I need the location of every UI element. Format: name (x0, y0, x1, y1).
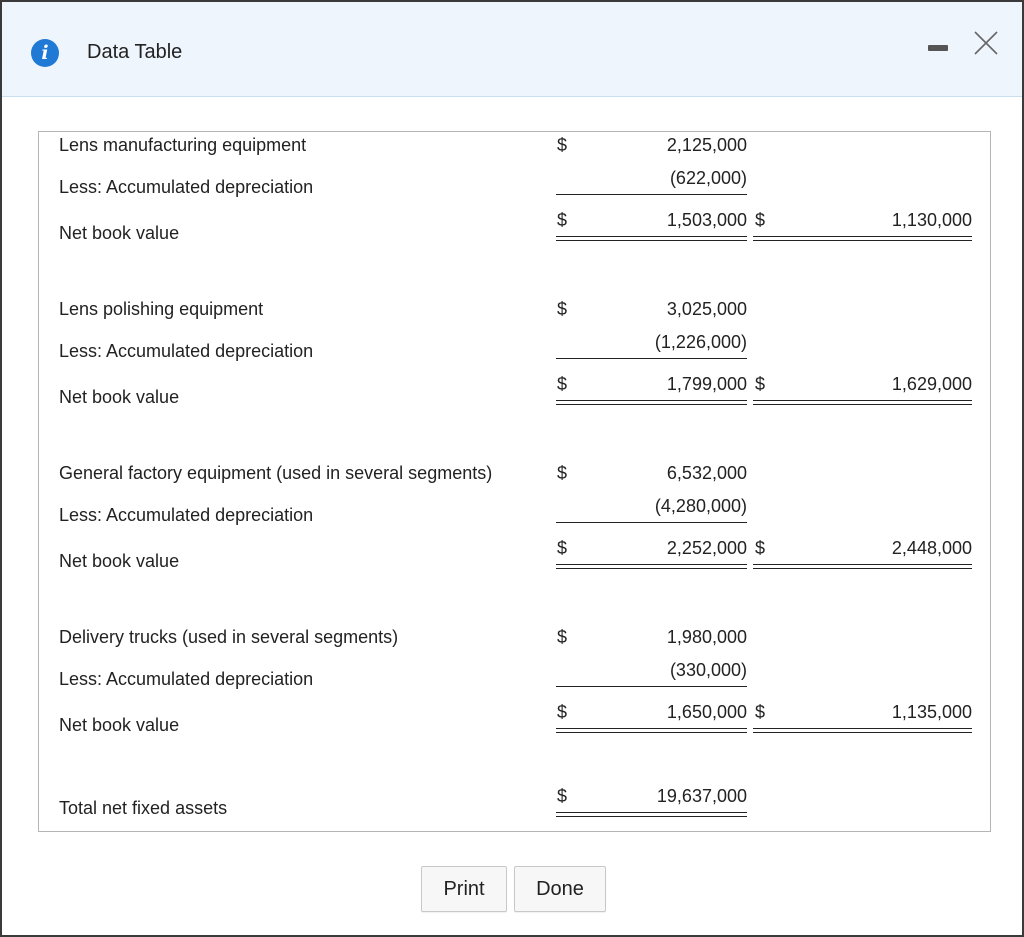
less-label: Less: Accumulated depreciation (59, 177, 314, 197)
prior-value: 1,629,000 (891, 374, 972, 394)
cost-value: 6,532,000 (666, 463, 747, 483)
data-table: Lens manufacturing equipment $ 2,125,000… (38, 131, 991, 832)
net-dollar-sign: $ (557, 538, 568, 558)
cost-dollar-sign: $ (557, 135, 568, 155)
print-button[interactable]: Print (421, 866, 507, 912)
net-label: Net book value (59, 387, 180, 407)
accumulated-depreciation-value: (330,000) (669, 660, 747, 680)
accumulated-depreciation-value: (1,226,000) (654, 332, 747, 352)
less-label: Less: Accumulated depreciation (59, 505, 314, 525)
asset-label: Lens manufacturing equipment (59, 135, 307, 155)
total-double-rule (556, 400, 747, 405)
net-book-value: 2,252,000 (666, 538, 747, 558)
total-label: Total net fixed assets (59, 798, 228, 818)
net-book-value: 1,799,000 (666, 374, 747, 394)
cost-value: 1,980,000 (666, 627, 747, 647)
cost-value: 2,125,000 (666, 135, 747, 155)
cost-value: 3,025,000 (666, 299, 747, 319)
close-icon[interactable] (972, 29, 1000, 57)
total-double-rule (556, 728, 747, 733)
net-dollar-sign: $ (557, 210, 568, 230)
net-label: Net book value (59, 223, 180, 243)
subtotal-rule (556, 194, 747, 195)
cost-dollar-sign: $ (557, 299, 568, 319)
net-dollar-sign: $ (557, 702, 568, 722)
total-double-rule (556, 236, 747, 241)
data-table-dialog: i Data Table Lens manufacturing equipmen… (0, 0, 1024, 937)
cost-dollar-sign: $ (557, 463, 568, 483)
net-label: Net book value (59, 551, 180, 571)
total-value: 19,637,000 (656, 786, 747, 806)
prior-value: 1,130,000 (891, 210, 972, 230)
asset-label: General factory equipment (used in sever… (59, 463, 493, 483)
prior-dollar-sign: $ (755, 374, 766, 394)
asset-label: Lens polishing equipment (59, 299, 264, 319)
net-dollar-sign: $ (557, 374, 568, 394)
prior-value: 1,135,000 (891, 702, 972, 722)
asset-label: Delivery trucks (used in several segment… (59, 627, 399, 647)
accumulated-depreciation-value: (4,280,000) (654, 496, 747, 516)
subtotal-rule (556, 686, 747, 687)
total-double-rule (753, 236, 972, 241)
total-double-rule (556, 812, 747, 817)
total-double-rule (753, 400, 972, 405)
total-double-rule (753, 728, 972, 733)
prior-dollar-sign: $ (755, 702, 766, 722)
total-double-rule (556, 564, 747, 569)
dialog-titlebar: i Data Table (2, 2, 1022, 97)
prior-dollar-sign: $ (755, 210, 766, 230)
net-book-value: 1,503,000 (666, 210, 747, 230)
minimize-icon[interactable] (928, 45, 948, 51)
net-book-value: 1,650,000 (666, 702, 747, 722)
prior-value: 2,448,000 (891, 538, 972, 558)
dialog-title: Data Table (87, 41, 183, 63)
subtotal-rule (556, 522, 747, 523)
prior-dollar-sign: $ (755, 538, 766, 558)
less-label: Less: Accumulated depreciation (59, 341, 314, 361)
net-label: Net book value (59, 715, 180, 735)
cost-dollar-sign: $ (557, 627, 568, 647)
done-button[interactable]: Done (514, 866, 606, 912)
less-label: Less: Accumulated depreciation (59, 669, 314, 689)
subtotal-rule (556, 358, 747, 359)
total-double-rule (753, 564, 972, 569)
info-icon: i (31, 39, 59, 67)
total-dollar-sign: $ (557, 786, 568, 806)
accumulated-depreciation-value: (622,000) (669, 168, 747, 188)
